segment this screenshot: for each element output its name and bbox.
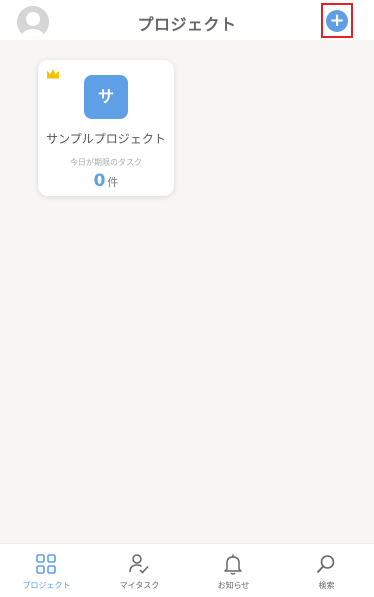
tab-my-tasks[interactable]: マイタスク <box>93 544 186 597</box>
page-title: プロジェクト <box>137 15 237 34</box>
tab-notifications[interactable]: お知らせ <box>187 544 280 597</box>
user-check-icon <box>129 554 149 574</box>
tab-projects-label: プロジェクト <box>22 581 71 590</box>
tab-search[interactable]: 検索 <box>280 544 373 597</box>
project-thumbnail: サ <box>84 75 128 119</box>
project-name: サンプルプロジェクト <box>46 132 166 146</box>
grid-icon <box>36 554 56 574</box>
crown-icon <box>47 69 59 79</box>
add-project-button-highlight[interactable]: + <box>321 3 353 38</box>
bell-icon <box>224 554 242 575</box>
due-today-count-value: 0 <box>93 171 106 191</box>
search-icon <box>317 555 335 573</box>
bottom-tab-bar: プロジェクト マイタスク お知らせ 検索 <box>0 543 374 597</box>
due-today-count-unit: 件 <box>107 176 119 189</box>
due-today-label: 今日が期限のタスク <box>70 158 142 167</box>
app-header: プロジェクト + <box>0 0 374 40</box>
add-project-button[interactable]: + <box>326 10 348 32</box>
tab-projects[interactable]: プロジェクト <box>0 544 93 597</box>
tab-notifications-label: お知らせ <box>217 581 250 590</box>
due-today-count: 0件 <box>38 171 174 191</box>
project-card[interactable]: サ サンプルプロジェクト 今日が期限のタスク 0件 <box>38 60 174 196</box>
tab-search-label: 検索 <box>318 581 335 590</box>
tab-my-tasks-label: マイタスク <box>119 581 160 590</box>
